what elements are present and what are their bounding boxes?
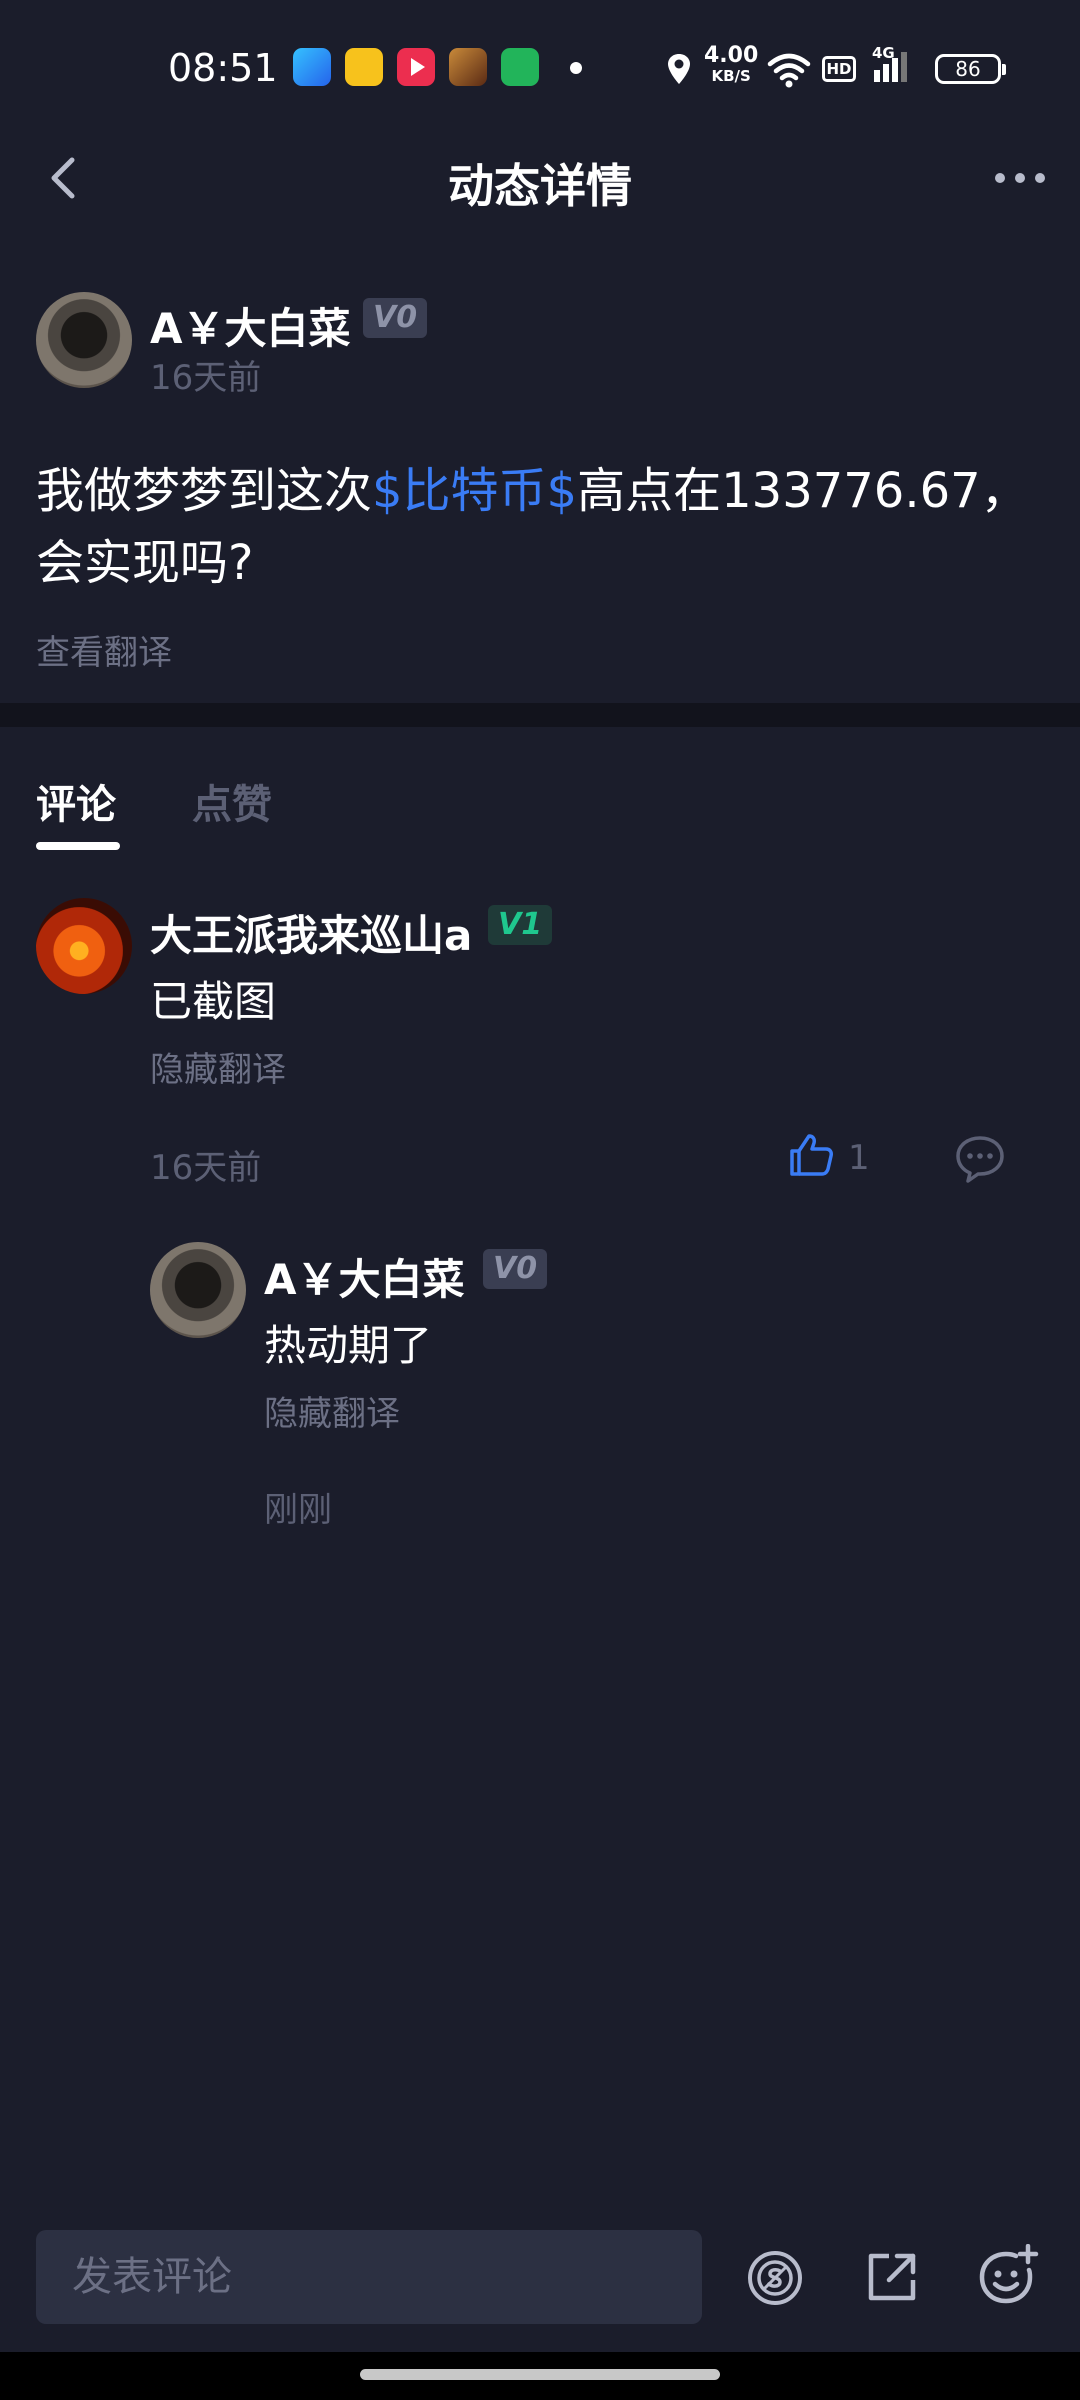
post-time: 16天前 [150, 358, 262, 398]
app-notification-icon [345, 48, 383, 86]
post-author-avatar[interactable] [36, 292, 132, 388]
status-time: 08:51 [168, 46, 278, 90]
post-hashtag-link[interactable]: $比特币$ [372, 463, 577, 519]
more-horizontal-icon [995, 173, 1045, 183]
location-icon [668, 54, 690, 84]
network-speed: 4.00 KB/S [704, 43, 759, 86]
top-navigation-bar: 动态详情 [0, 130, 1080, 226]
reply-time: 刚刚 [264, 1490, 332, 1530]
post-text-part: 我做梦梦到这次 [36, 463, 373, 519]
hide-translation-link[interactable]: 隐藏翻译 [150, 1042, 286, 1091]
shop-app-icon [501, 48, 539, 86]
reply-author-avatar[interactable] [150, 1242, 246, 1338]
comment-author-level-badge: V1 [488, 905, 553, 945]
section-divider [0, 703, 1080, 727]
like-count: 1 [848, 1138, 870, 1178]
emoji-button[interactable] [976, 2243, 1040, 2308]
game-app-icon [449, 48, 487, 86]
reply-hide-translation-link[interactable]: 隐藏翻译 [264, 1386, 400, 1435]
post-content: 我做梦梦到这次$比特币$高点在133776.67，会实现吗? [36, 455, 1046, 599]
comment-author-avatar[interactable] [36, 898, 132, 994]
like-button[interactable] [786, 1130, 836, 1180]
thumbs-up-icon [790, 1134, 833, 1176]
battery-indicator: 86 [935, 54, 1006, 84]
comment-text: 已截图 [150, 977, 277, 1026]
more-notifications-dot [570, 62, 582, 74]
comment-bubble-icon [956, 1136, 1004, 1183]
coin-icon [748, 2251, 802, 2305]
tab-active-indicator [36, 842, 120, 850]
app-notification-icon [293, 48, 331, 86]
status-bar: 08:51 4.00 KB/S HD 4G 86 [0, 0, 1080, 130]
comment-author-name[interactable]: 大王派我来巡山a [150, 902, 472, 963]
view-translation-link[interactable]: 查看翻译 [36, 625, 172, 674]
reply-button[interactable] [954, 1134, 1006, 1184]
tab-likes[interactable]: 点赞 [192, 772, 272, 830]
post-author-level-badge: V0 [363, 298, 428, 338]
page-title: 动态详情 [448, 159, 632, 213]
reply-text: 热动期了 [264, 1321, 433, 1370]
reply-author-level-badge: V0 [483, 1249, 548, 1289]
tab-comments[interactable]: 评论 [36, 772, 116, 830]
comment-input[interactable] [36, 2230, 702, 2324]
post-detail-screen: 08:51 4.00 KB/S HD 4G 86 动态详情 A￥大白菜 V0 1… [0, 0, 1080, 2400]
post-author-name[interactable]: A￥大白菜 [150, 295, 351, 356]
home-indicator[interactable] [360, 2369, 720, 2380]
more-options-button[interactable] [990, 154, 1050, 202]
reply-author-name[interactable]: A￥大白菜 [264, 1246, 465, 1307]
emoji-add-icon [979, 2243, 1039, 2304]
share-icon [868, 2253, 916, 2301]
tip-coin-button[interactable] [746, 2249, 804, 2307]
signal-icon: 4G [872, 44, 920, 90]
video-app-icon [397, 48, 435, 86]
wifi-icon [767, 53, 811, 88]
share-button[interactable] [863, 2248, 921, 2306]
comment-time: 16天前 [150, 1148, 262, 1188]
hd-icon: HD [822, 56, 856, 82]
